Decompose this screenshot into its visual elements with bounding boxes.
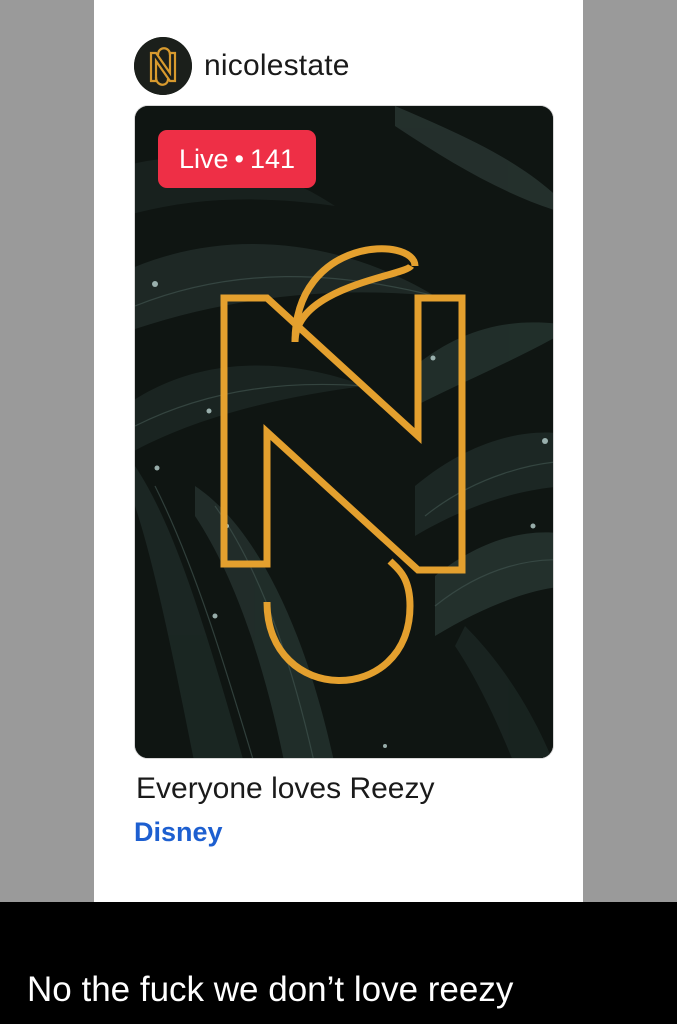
post-screen: nicolestate Live • 141 Everyone loves Re… bbox=[94, 0, 583, 902]
ns-logo-icon bbox=[134, 37, 192, 95]
live-badge: Live • 141 bbox=[158, 130, 317, 188]
live-stream-card[interactable]: Live • 141 bbox=[134, 105, 554, 759]
username[interactable]: nicolestate bbox=[204, 49, 350, 83]
post-header: nicolestate bbox=[134, 36, 350, 96]
caption-link[interactable]: Disney bbox=[134, 817, 223, 848]
live-label: Live bbox=[179, 143, 229, 174]
avatar[interactable] bbox=[134, 37, 192, 95]
viewer-count: 141 bbox=[249, 143, 296, 174]
post-caption: Everyone loves Reezy bbox=[136, 772, 435, 805]
ns-logo-icon bbox=[135, 106, 553, 758]
meme-caption-text: No the fuck we don’t love reezy bbox=[27, 970, 514, 1009]
live-separator: • bbox=[234, 143, 244, 174]
